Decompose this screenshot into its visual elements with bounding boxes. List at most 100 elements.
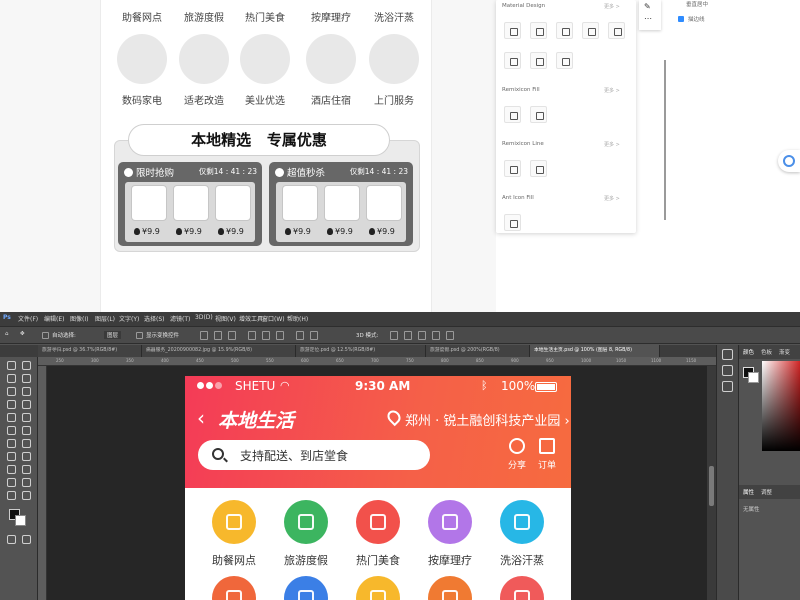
crop-tool-icon[interactable]: [7, 387, 16, 396]
phone-artboard[interactable]: SHETU ◠ 9:30 AM ᛒ 100% ‹ 本地生活 郑州 · 锐土融创科…: [185, 376, 571, 600]
align-center-icon[interactable]: [214, 331, 222, 340]
path-select-icon[interactable]: [22, 465, 31, 474]
orders-button[interactable]: 订单: [533, 436, 561, 476]
tab-swatches[interactable]: 色板: [761, 348, 772, 356]
promo-card-seckill[interactable]: 超值秒杀 仅剩14 : 41 : 23 ¥9.9 ¥9.9 ¥9.9: [269, 162, 413, 246]
more-options-icon[interactable]: [310, 331, 318, 340]
frame-tool-icon[interactable]: [22, 387, 31, 396]
swatches-panel-icon[interactable]: [722, 381, 733, 392]
icon-set-more-link[interactable]: 更多 >: [604, 3, 620, 10]
history-brush-icon[interactable]: [7, 426, 16, 435]
menu-help[interactable]: 帮助(H): [287, 314, 308, 323]
move-tool-icon[interactable]: ✥: [20, 331, 25, 337]
more-icon[interactable]: ⋯: [644, 14, 652, 23]
product-thumb[interactable]: [173, 185, 209, 221]
category-bath[interactable]: 洗浴汗蒸: [490, 500, 554, 570]
panel-scrollbar[interactable]: [664, 60, 666, 220]
float-assistant-button[interactable]: [778, 150, 800, 172]
menu-type[interactable]: 文字(Y): [119, 314, 139, 323]
category-massage[interactable]: 按摩理疗: [418, 500, 482, 570]
align-middle-icon[interactable]: [262, 331, 270, 340]
library-icon[interactable]: [530, 22, 547, 39]
icon-set-more-link[interactable]: 更多 >: [604, 195, 620, 202]
tab-adjustments[interactable]: 调整: [761, 488, 772, 496]
dodge-tool-icon[interactable]: [7, 452, 16, 461]
quick-mask-icon[interactable]: [7, 535, 16, 544]
product-thumb[interactable]: [131, 185, 167, 221]
library-icon[interactable]: [530, 106, 547, 123]
healing-tool-icon[interactable]: [22, 400, 31, 409]
category-item-row2[interactable]: [418, 576, 482, 600]
3d-rotate-icon[interactable]: [390, 331, 398, 340]
background-color-swatch[interactable]: [15, 515, 26, 526]
brush-tool-icon[interactable]: [7, 413, 16, 422]
promo-card-flash-sale[interactable]: 限时抢购 仅剩14 : 41 : 23 ¥9.9 ¥9.9 ¥9.9: [118, 162, 262, 246]
align-right-icon[interactable]: [228, 331, 236, 340]
tab-properties[interactable]: 属性: [743, 488, 754, 496]
back-chevron-icon[interactable]: ‹: [197, 406, 205, 430]
blur-tool-icon[interactable]: [22, 439, 31, 448]
product-thumb[interactable]: [366, 185, 402, 221]
library-icon[interactable]: [504, 22, 521, 39]
category-item-row2[interactable]: [202, 576, 266, 600]
properties-panel-icon[interactable]: [722, 365, 733, 376]
scroll-thumb[interactable]: [709, 466, 714, 506]
magic-wand-icon[interactable]: ✎: [644, 2, 651, 11]
3d-roll-icon[interactable]: [404, 331, 412, 340]
library-icon[interactable]: [556, 22, 573, 39]
library-icon[interactable]: [504, 214, 521, 231]
auto-select-checkbox[interactable]: [42, 332, 49, 339]
menu-filter[interactable]: 滤镜(T): [170, 314, 190, 323]
library-icon[interactable]: [504, 52, 521, 69]
doc-tab[interactable]: 旅游度假.psd @ 200%(RGB/8): [426, 345, 530, 357]
doc-tab[interactable]: 旅游定位.psd @ 12.5%(RGB/8#): [296, 345, 426, 357]
menu-3d[interactable]: 3D(D): [195, 314, 213, 321]
align-left-icon[interactable]: [200, 331, 208, 340]
3d-scale-icon[interactable]: [446, 331, 454, 340]
tab-gradients[interactable]: 渐变: [779, 348, 790, 356]
marquee-tool-icon[interactable]: [22, 361, 31, 370]
eraser-tool-icon[interactable]: [22, 426, 31, 435]
align-bottom-icon[interactable]: [276, 331, 284, 340]
library-icon[interactable]: [608, 22, 625, 39]
shape-tool-icon[interactable]: [7, 478, 16, 487]
color-picker-field[interactable]: [762, 361, 800, 451]
menu-edit[interactable]: 编辑(E): [44, 314, 64, 323]
category-food[interactable]: 热门美食: [346, 500, 410, 570]
doc-tab-active[interactable]: 本地生活主页.psd @ 100% (图层 8, RGB/8): [530, 345, 660, 357]
move-tool-icon[interactable]: [7, 361, 16, 370]
color-chips[interactable]: [743, 367, 759, 383]
home-icon[interactable]: ⌂: [5, 331, 9, 337]
distribute-icon[interactable]: [296, 331, 304, 340]
zoom-tool-icon[interactable]: [7, 491, 16, 500]
doc-tab[interactable]: 旅游寻归.psd @ 36.7%(RGB/8#): [38, 345, 142, 357]
category-travel[interactable]: 旅游度假: [274, 500, 338, 570]
menu-file[interactable]: 文件(F): [18, 314, 38, 323]
library-icon[interactable]: [556, 52, 573, 69]
align-top-icon[interactable]: [248, 331, 256, 340]
menu-view[interactable]: 视图(V): [215, 314, 236, 323]
library-icon[interactable]: [504, 160, 521, 177]
product-thumb[interactable]: [324, 185, 360, 221]
history-panel-icon[interactable]: [722, 349, 733, 360]
icon-set-more-link[interactable]: 更多 >: [604, 87, 620, 94]
tab-color[interactable]: 颜色: [743, 348, 754, 356]
hand-tool-icon[interactable]: [22, 478, 31, 487]
type-tool-icon[interactable]: [7, 465, 16, 474]
eyedropper-tool-icon[interactable]: [7, 400, 16, 409]
lasso-tool-icon[interactable]: [7, 374, 16, 383]
library-icon[interactable]: [582, 22, 599, 39]
library-icon[interactable]: [504, 106, 521, 123]
canvas-scrollbar[interactable]: [707, 366, 716, 600]
menu-window[interactable]: 窗口(W): [262, 314, 285, 323]
gradient-tool-icon[interactable]: [7, 439, 16, 448]
share-button[interactable]: 分享: [503, 436, 531, 476]
menu-plugins[interactable]: 增效工具: [239, 314, 263, 323]
location-selector[interactable]: 郑州 · 锐土融创科技产业园 ›: [405, 410, 570, 429]
menu-layer[interactable]: 图层(L): [95, 314, 115, 323]
product-thumb[interactable]: [215, 185, 251, 221]
search-bar[interactable]: 支持配送、到店堂食: [198, 440, 430, 470]
screen-mode-icon[interactable]: [22, 535, 31, 544]
menu-select[interactable]: 选择(S): [144, 314, 165, 323]
3d-pan-icon[interactable]: [418, 331, 426, 340]
